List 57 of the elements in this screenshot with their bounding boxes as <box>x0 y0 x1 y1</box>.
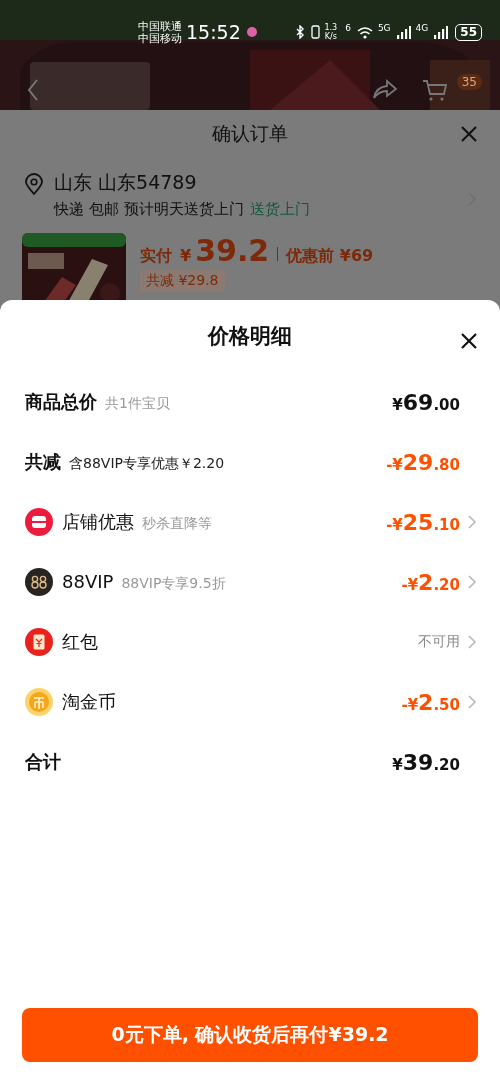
location-pin-icon <box>24 173 44 195</box>
coin-icon <box>25 688 53 716</box>
row-label: 合计 <box>25 750 61 774</box>
savings-tag[interactable]: 共减 ¥29.8 <box>140 270 225 292</box>
wifi-icon <box>356 25 373 39</box>
network-speed: 1.3 <box>324 23 338 32</box>
price-amount: -¥2.50 <box>401 689 460 715</box>
row-note: 共1件宝贝 <box>105 395 170 413</box>
row-note: 88VIP专享9.5折 <box>121 575 226 593</box>
price-amount: 不可用 <box>418 633 460 651</box>
row-label: 商品总价 <box>25 390 97 414</box>
sheet-title: 价格明细 <box>208 323 292 350</box>
network-label: 5G <box>377 23 391 33</box>
row-label: 店铺优惠 <box>62 510 134 534</box>
chevron-right-icon[interactable] <box>468 695 476 709</box>
vip-badge-icon <box>25 568 53 596</box>
store-icon <box>25 508 53 536</box>
signal-icon <box>396 25 411 39</box>
address-text: 山东 山东54789 <box>54 170 198 195</box>
paid-amount: 39.2 <box>195 233 270 268</box>
speed-unit: K/s <box>324 32 337 41</box>
chevron-right-icon[interactable] <box>468 515 476 529</box>
row-label: 红包 <box>62 630 98 654</box>
network-label: 6 <box>345 23 351 33</box>
cart-icon[interactable] <box>422 78 448 102</box>
row-label: 88VIP <box>62 571 114 592</box>
network-label: 4G <box>415 23 429 33</box>
chevron-right-icon[interactable] <box>468 575 476 589</box>
price-amount: -¥2.20 <box>401 569 460 595</box>
submit-order-button[interactable]: 0元下单, 确认收货后再付¥39.2 <box>22 1008 478 1062</box>
price-amount: -¥29.80 <box>386 449 460 475</box>
clock-time: 15:52 <box>186 21 241 43</box>
vibrate-icon <box>311 25 321 39</box>
back-icon <box>26 78 40 102</box>
carrier-name: 中国联通 <box>138 20 182 32</box>
row-label: 共减 <box>25 450 61 474</box>
close-icon[interactable] <box>460 332 478 350</box>
paid-label: 实付 <box>140 246 172 267</box>
carrier-name: 中国移动 <box>138 32 182 44</box>
currency-sign: ¥ <box>180 246 192 265</box>
price-amount: -¥25.10 <box>386 509 460 535</box>
delivery-link[interactable]: 送货上门 <box>249 200 310 219</box>
row-label: 淘金币 <box>62 690 116 714</box>
bluetooth-icon <box>295 25 306 39</box>
price-amount: ¥69.00 <box>392 389 460 415</box>
battery-level: 55 <box>455 23 482 41</box>
row-note: 秒杀直降等 <box>142 515 212 533</box>
row-note: 含88VIP专享优惠￥2.20 <box>69 455 225 473</box>
price-amount: ¥39.20 <box>392 749 460 775</box>
delivery-text: 快递 包邮 预计明天送货上门 <box>54 200 244 219</box>
envelope-icon <box>25 628 53 656</box>
original-price: 优惠前 ¥69 <box>286 246 374 267</box>
sheet-title: 确认订单 <box>212 121 288 146</box>
signal-icon <box>434 25 449 39</box>
share-icon[interactable] <box>372 78 398 100</box>
notification-dot-icon <box>245 26 258 38</box>
chevron-right-icon[interactable] <box>468 635 476 649</box>
